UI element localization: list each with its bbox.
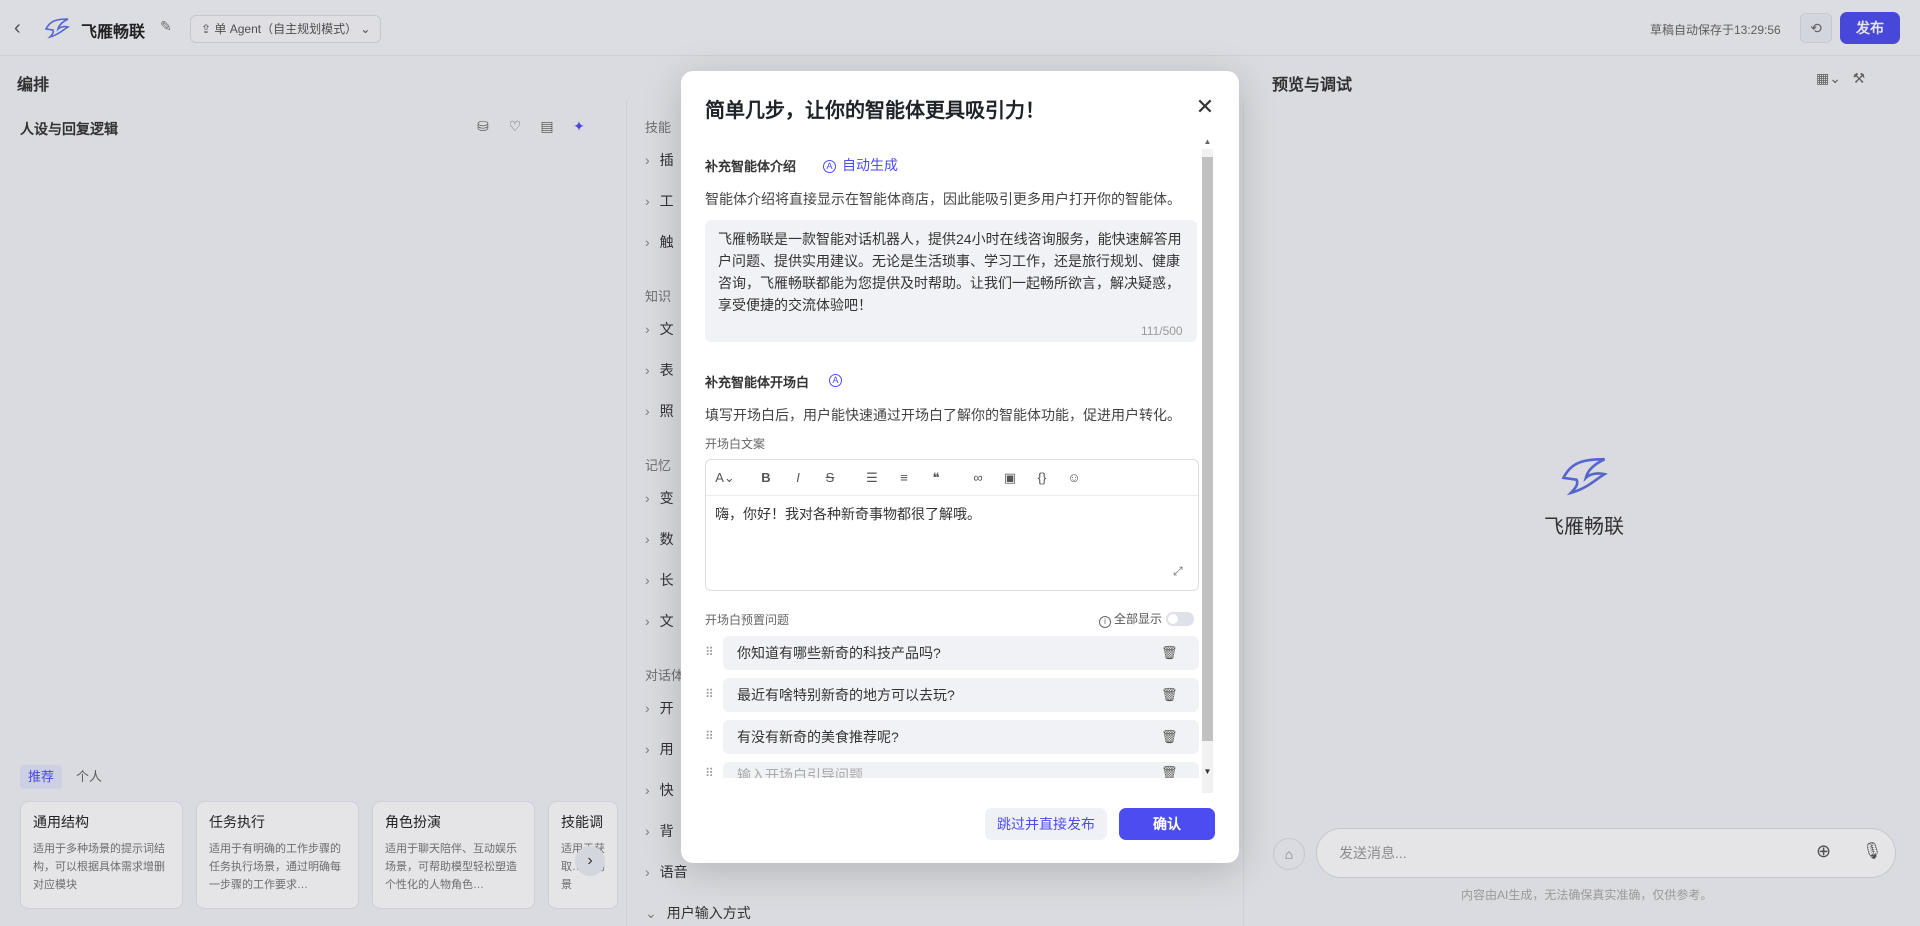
toggle-switch[interactable] [1166, 612, 1195, 626]
quote-icon[interactable]: ❝ [926, 468, 946, 488]
bullet-list-icon[interactable]: ☰ [862, 468, 882, 488]
bold-icon[interactable]: B [756, 468, 776, 488]
skip-and-publish-button[interactable]: 跳过并直接发布 [985, 808, 1107, 840]
delete-icon[interactable]: 🗑 [1161, 687, 1178, 703]
code-icon[interactable]: {} [1032, 468, 1052, 488]
drag-handle-icon[interactable]: ⠿ [705, 687, 715, 701]
opening-text[interactable]: 嗨，你好！我对各种新奇事物都很了解哦。 [715, 504, 981, 524]
question-input-empty[interactable]: 输入开场白引导问题 [723, 762, 1199, 778]
drag-handle-icon[interactable]: ⠿ [705, 766, 715, 778]
close-icon[interactable]: ✕ [1193, 95, 1217, 119]
delete-icon[interactable]: 🗑 [1161, 729, 1178, 745]
scroll-down-arrow[interactable]: ▼ [1202, 767, 1213, 779]
ai-icon: A [823, 160, 836, 173]
link-icon[interactable]: ∞ [968, 468, 988, 488]
drag-handle-icon[interactable]: ⠿ [705, 645, 715, 659]
ai-generate-icon[interactable]: A [829, 374, 842, 387]
numbered-list-icon[interactable]: ≡ [894, 468, 914, 488]
preset-questions-label: 开场白预置问题 [705, 613, 790, 627]
italic-icon[interactable]: I [788, 468, 808, 488]
strikethrough-icon[interactable]: S [820, 468, 840, 488]
intro-char-count: 111/500 [1141, 324, 1183, 338]
question-row: ⠿ 有没有新奇的美食推荐呢? 🗑 [705, 720, 1199, 754]
publish-dialog: 简单几步，让你的智能体更具吸引力！ ✕ 补充智能体介绍 A 自动生成 智能体介绍将… [681, 71, 1239, 863]
dialog-footer: 跳过并直接发布 确认 [681, 791, 1239, 863]
opening-editor: A⌄ B I S ☰ ≡ ❝ ∞ ▣ {} ☺ 嗨，你好！我对各种新奇事物都很了… [705, 459, 1199, 591]
scrollbar-thumb[interactable] [1202, 157, 1213, 741]
drag-handle-icon[interactable]: ⠿ [705, 729, 715, 743]
question-input[interactable]: 最近有啥特别新奇的地方可以去玩? [723, 678, 1199, 712]
confirm-button[interactable]: 确认 [1119, 808, 1215, 840]
scroll-up-arrow[interactable]: ▲ [1202, 137, 1213, 149]
question-input[interactable]: 你知道有哪些新奇的科技产品吗? [723, 636, 1199, 670]
user-icon[interactable]: ☺ [1064, 468, 1084, 488]
question-row: ⠿ 输入开场白引导问题 🗑 [705, 762, 1199, 778]
delete-icon[interactable]: 🗑 [1161, 645, 1178, 661]
font-size-icon[interactable]: A⌄ [712, 468, 738, 488]
intro-description: 智能体介绍将直接显示在智能体商店，因此能吸引更多用户打开你的智能体。 [705, 191, 1181, 207]
question-row: ⠿ 最近有啥特别新奇的地方可以去玩? 🗑 [705, 678, 1199, 712]
delete-icon[interactable]: 🗑 [1161, 765, 1178, 778]
auto-generate-button[interactable]: A 自动生成 [823, 155, 898, 175]
dialog-title: 简单几步，让你的智能体更具吸引力！ [705, 100, 1045, 122]
intro-textarea[interactable]: 飞雁畅联是一款智能对话机器人，提供24小时在线咨询服务，能快速解答用户问题、提供… [705, 220, 1197, 342]
expand-icon[interactable]: ⤢ [1173, 564, 1183, 579]
question-input[interactable]: 有没有新奇的美食推荐呢? [723, 720, 1199, 754]
image-icon[interactable]: ▣ [1000, 468, 1020, 488]
intro-label: 补充智能体介绍 [705, 159, 797, 174]
question-row: ⠿ 你知道有哪些新奇的科技产品吗? 🗑 [705, 636, 1199, 670]
editor-toolbar: A⌄ B I S ☰ ≡ ❝ ∞ ▣ {} ☺ [706, 460, 1198, 496]
opening-label: 补充智能体开场白 [705, 375, 810, 390]
opening-copy-label: 开场白文案 [705, 437, 766, 451]
opening-description: 填写开场白后，用户能快速通过开场白了解你的智能体功能，促进用户转化。 [705, 407, 1181, 423]
show-all-toggle[interactable]: i 全部显示 [1099, 610, 1195, 628]
info-icon: i [1099, 616, 1111, 628]
